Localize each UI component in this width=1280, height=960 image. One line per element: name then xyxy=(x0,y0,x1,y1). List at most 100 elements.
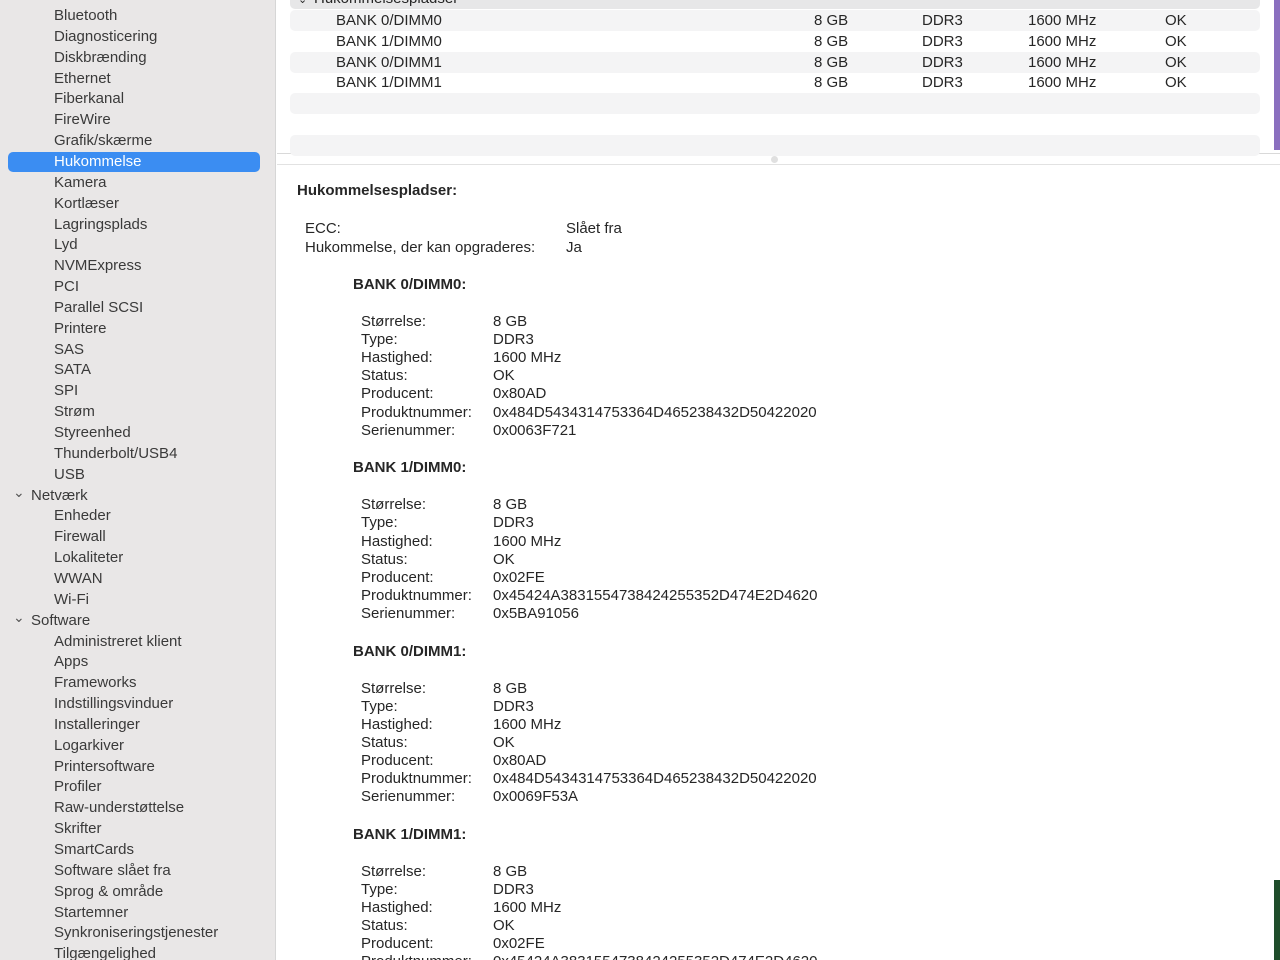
sidebar-item-smartcards[interactable]: SmartCards xyxy=(8,840,260,860)
sidebar-item-printere[interactable]: Printere xyxy=(8,319,260,339)
sidebar-item-skrifter[interactable]: Skrifter xyxy=(8,819,260,839)
sidebar-item-label: SmartCards xyxy=(54,841,135,858)
field-value: 8 GB xyxy=(493,313,528,330)
sidebar-item-parallel-scsi[interactable]: Parallel SCSI xyxy=(8,298,260,318)
sidebar-item-fiberkanal[interactable]: Fiberkanal xyxy=(8,89,260,109)
sidebar-item-label: Enheder xyxy=(54,507,111,525)
sidebar-item-spi[interactable]: SPI xyxy=(8,381,260,401)
sidebar-item-sas[interactable]: SAS xyxy=(8,340,260,360)
cell-type: DDR3 xyxy=(922,74,963,92)
cell-status: OK xyxy=(1165,12,1187,29)
cell-speed: 1600 MHz xyxy=(1028,74,1097,92)
sidebar-item-label: Administreret klient xyxy=(54,632,182,650)
sidebar-item-apps[interactable]: Apps xyxy=(8,652,260,672)
sidebar-item-grafik-sk-rme[interactable]: Grafik/skærme xyxy=(8,131,260,151)
cell-size: 8 GB xyxy=(814,12,849,29)
field-value: 1600 MHz xyxy=(493,532,562,550)
sidebar-group-software[interactable]: ⌄ Software xyxy=(8,609,260,631)
sidebar-item-label: Software slået fra xyxy=(54,861,171,879)
sidebar-item-label: NVMExpress xyxy=(54,257,142,275)
field-label: Produktnummer: xyxy=(361,770,472,788)
sidebar-item-label: WWAN xyxy=(54,569,103,587)
field-label: Type: xyxy=(361,697,398,715)
sidebar-item-label: Software xyxy=(31,611,91,629)
sidebar-item-firewire[interactable]: FireWire xyxy=(8,110,260,130)
sidebar-item-ethernet[interactable]: Ethernet xyxy=(8,69,260,89)
field-value: 1600 MHz xyxy=(493,349,562,367)
cell-status: OK xyxy=(1165,53,1187,71)
sidebar-item-indstillingsvinduer[interactable]: Indstillingsvinduer xyxy=(8,694,260,714)
sidebar-item-bluetooth[interactable]: Bluetooth xyxy=(8,6,260,26)
sidebar-item-diagnosticering[interactable]: Diagnosticering xyxy=(8,27,260,47)
sidebar-item-label: Diagnosticering xyxy=(54,27,158,45)
sidebar-item-pci[interactable]: PCI xyxy=(8,277,260,297)
field-label: Type: xyxy=(361,514,398,532)
sidebar-item-label: Printersoftware xyxy=(54,757,155,775)
cell-size: 8 GB xyxy=(814,53,849,71)
sidebar-item-startemner[interactable]: Startemner xyxy=(8,903,260,923)
table-row[interactable]: BANK 1/DIMM0 8 GB DDR3 1600 MHz OK xyxy=(290,31,1260,52)
sidebar-item-sata[interactable]: SATA xyxy=(8,360,260,380)
sidebar-item-hukommelse[interactable]: Hukommelse xyxy=(8,151,260,172)
sidebar-item-enheder[interactable]: Enheder xyxy=(8,506,260,526)
field-label: Hastighed: xyxy=(361,715,433,733)
table-group-row[interactable]: ⌄ Hukommelsespladser xyxy=(290,0,1260,9)
sidebar-item-nvmexpress[interactable]: NVMExpress xyxy=(8,256,260,276)
sidebar-item-kortl-ser[interactable]: Kortlæser xyxy=(8,194,260,214)
sidebar-item-tilg-ngelighed[interactable]: Tilgængelighed xyxy=(8,944,260,960)
sidebar-item-synkroniseringstjenester[interactable]: Synkroniseringstjenester xyxy=(8,923,260,943)
field-label: Status: xyxy=(361,367,408,385)
field-label: Serienummer: xyxy=(361,421,456,439)
sidebar-item-str-m[interactable]: Strøm xyxy=(8,402,260,422)
sidebar-item-firewall[interactable]: Firewall xyxy=(8,527,260,547)
field-value: 0x45424A3831554738424255352D474E2D4620 xyxy=(493,586,818,604)
sidebar-item-profiler[interactable]: Profiler xyxy=(8,777,260,797)
sidebar-item-label: Profiler xyxy=(54,778,102,796)
sidebar-item-administreret-klient[interactable]: Administreret klient xyxy=(8,632,260,652)
sidebar-item-lagringsplads[interactable]: Lagringsplads xyxy=(8,215,260,235)
sidebar-item-wi-fi[interactable]: Wi-Fi xyxy=(8,590,260,610)
table-row[interactable]: BANK 0/DIMM1 8 GB DDR3 1600 MHz OK xyxy=(290,51,1260,73)
sidebar-item-lyd[interactable]: Lyd xyxy=(8,235,260,255)
sidebar-item-label: Frameworks xyxy=(54,674,137,692)
sidebar-item-label: Apps xyxy=(54,653,89,671)
sidebar-item-logarkiver[interactable]: Logarkiver xyxy=(8,736,260,756)
sidebar-item-software-sl-et-fra[interactable]: Software slået fra xyxy=(8,861,260,881)
sidebar-item-kamera[interactable]: Kamera xyxy=(8,173,260,193)
sidebar-item-label: Ethernet xyxy=(54,69,111,87)
sidebar-item-label: Lagringsplads xyxy=(54,215,148,233)
sidebar-item-printersoftware[interactable]: Printersoftware xyxy=(8,757,260,777)
sidebar-item-wwan[interactable]: WWAN xyxy=(8,569,260,589)
field-label: Produktnummer: xyxy=(361,953,472,960)
field-label: Status: xyxy=(361,733,408,751)
sidebar-item-thunderbolt-usb4[interactable]: Thunderbolt/USB4 xyxy=(8,444,260,464)
field-label: Hastighed: xyxy=(361,899,433,917)
pane-splitter[interactable] xyxy=(277,155,1280,165)
table-row[interactable]: BANK 0/DIMM0 8 GB DDR3 1600 MHz OK xyxy=(290,10,1260,31)
chevron-down-icon[interactable]: ⌄ xyxy=(13,607,25,627)
sidebar-item-usb[interactable]: USB xyxy=(8,465,260,485)
sidebar-item-raw-underst-ttelse[interactable]: Raw-understøttelse xyxy=(8,798,260,818)
field-label: Hastighed: xyxy=(361,349,433,367)
sidebar-group-netv-rk[interactable]: ⌄ Netværk xyxy=(8,484,260,506)
field-value: OK xyxy=(493,550,515,568)
sidebar-item-styreenhed[interactable]: Styreenhed xyxy=(8,423,260,443)
chevron-down-icon[interactable]: ⌄ xyxy=(13,482,25,502)
splitter-handle[interactable] xyxy=(771,156,778,163)
cell-slot-name: BANK 0/DIMM0 xyxy=(336,12,442,29)
field-value: OK xyxy=(493,733,515,751)
sidebar-item-frameworks[interactable]: Frameworks xyxy=(8,673,260,693)
sidebar-item-sprog-omr-de[interactable]: Sprog & område xyxy=(8,882,260,902)
sidebar-item-installeringer[interactable]: Installeringer xyxy=(8,715,260,735)
memory-slots-table: ⌄ Hukommelsespladser BANK 0/DIMM0 8 GB DDR… xyxy=(277,0,1280,156)
sidebar-item-lokaliteter[interactable]: Lokaliteter xyxy=(8,548,260,568)
sidebar-item-label: USB xyxy=(54,465,85,483)
field-value: DDR3 xyxy=(493,331,534,349)
cell-speed: 1600 MHz xyxy=(1028,53,1097,71)
table-row[interactable]: BANK 1/DIMM1 8 GB DDR3 1600 MHz OK xyxy=(290,72,1260,93)
field-label: Status: xyxy=(361,550,408,568)
sidebar-item-label: Indstillingsvinduer xyxy=(54,695,174,713)
field-label: Type: xyxy=(361,331,398,349)
sidebar-item-label: SPI xyxy=(54,382,79,400)
sidebar-item-diskbr-nding[interactable]: Diskbrænding xyxy=(8,48,260,68)
